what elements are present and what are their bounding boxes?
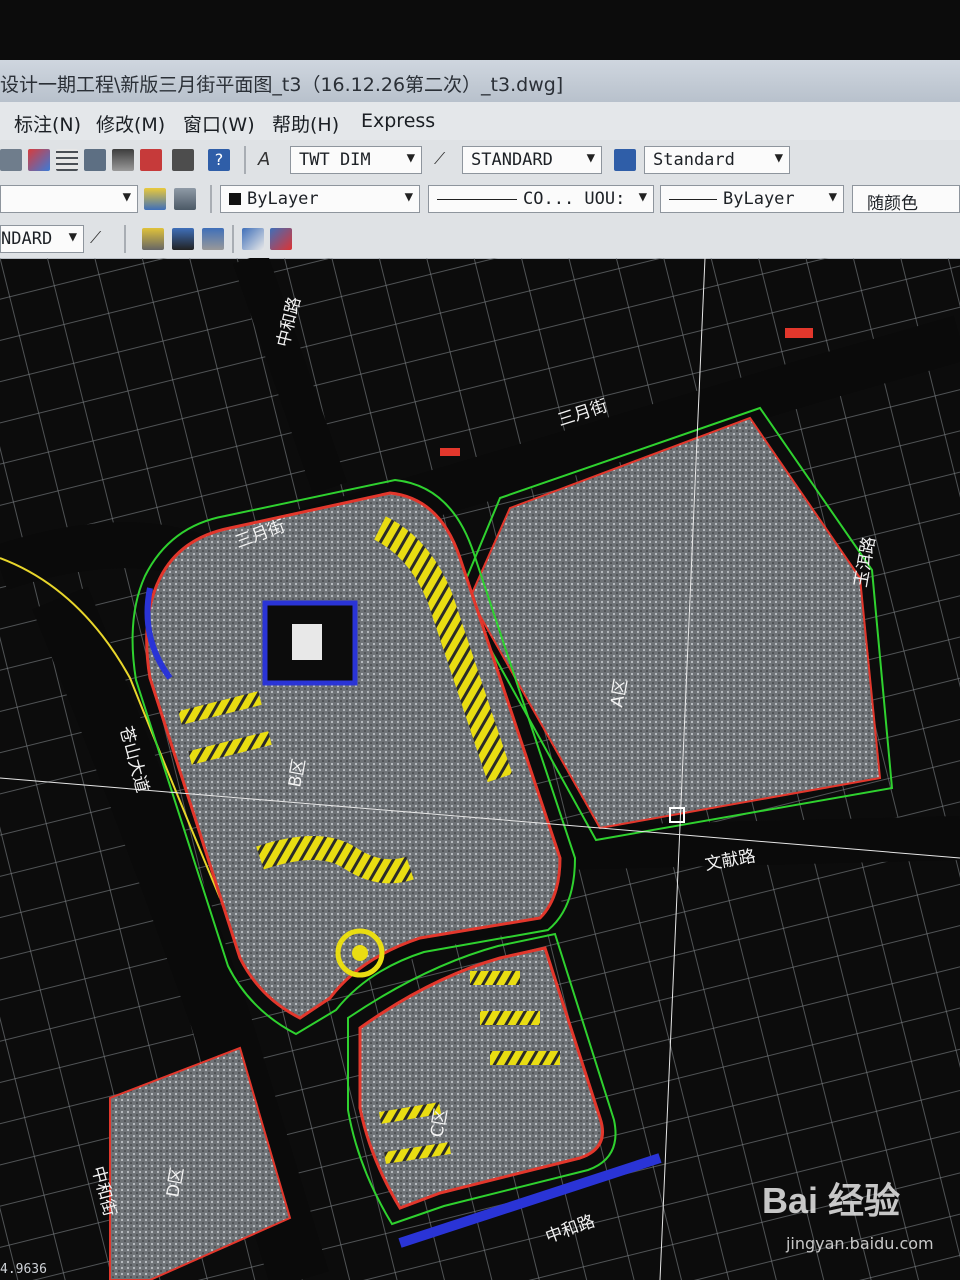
standard-toolbar: ? A TWT DIM ▼ ⟋ STANDARD ▼ Standard ▼	[0, 140, 960, 181]
separator	[124, 225, 126, 253]
chevron-down-icon: ▼	[774, 150, 783, 166]
separator	[210, 185, 212, 213]
text-style-value: TWT DIM	[299, 150, 371, 170]
multileader-toolbar: NDARD ▼ ⟋	[0, 218, 960, 259]
menu-modify[interactable]: 修改(M)	[96, 110, 165, 137]
design-center-icon[interactable]	[112, 149, 134, 171]
properties-icon[interactable]	[84, 149, 106, 171]
lineweight-select[interactable]: ByLayer ▼	[660, 185, 844, 213]
linetype-select[interactable]: CO... UOU: ▼	[428, 185, 654, 213]
align-icon[interactable]	[242, 228, 264, 250]
menu-dimension[interactable]: 标注(N)	[14, 110, 81, 137]
layer-states-icon[interactable]	[174, 188, 196, 210]
cad-drawing[interactable]: 中和路 三月街 三月街 玉洱路 苍山大道 文献路 中和路 中和街 A区 B区 C…	[0, 258, 960, 1280]
lineweight-value: ByLayer	[723, 189, 795, 209]
table-style-icon[interactable]	[614, 149, 636, 171]
mleader-style-value: NDARD	[1, 229, 53, 249]
table-style-select[interactable]: Standard ▼	[644, 146, 790, 174]
table-style-value: Standard	[653, 150, 735, 170]
coordinate-readout: 4.9636	[0, 1262, 47, 1277]
menu-window[interactable]: 窗口(W)	[183, 110, 255, 137]
dim-style-value: STANDARD	[471, 150, 553, 170]
separator	[244, 146, 246, 174]
color-select[interactable]: ByLayer ▼	[220, 185, 420, 213]
watermark-brand: Bai 经验	[761, 1180, 900, 1221]
watermark: Bai 经验 jingyan.baidu.com	[761, 1172, 934, 1253]
chevron-down-icon: ▼	[586, 150, 595, 166]
palette-icon[interactable]	[28, 149, 50, 171]
marker-2	[440, 448, 460, 456]
central-building-core	[292, 624, 322, 660]
dim-baseline-icon[interactable]	[202, 228, 224, 250]
chevron-down-icon: ▼	[404, 189, 413, 205]
linetype-value: CO... UOU:	[523, 189, 626, 209]
text-style-select[interactable]: TWT DIM ▼	[290, 146, 422, 174]
marker-1	[785, 328, 813, 338]
chevron-down-icon: ▼	[638, 189, 647, 205]
calculator-icon[interactable]	[172, 149, 194, 171]
mleader-icon[interactable]: ⟋	[90, 228, 112, 250]
watermark-url: jingyan.baidu.com	[785, 1234, 934, 1253]
table-icon[interactable]	[56, 149, 78, 171]
chevron-down-icon: ▼	[406, 150, 415, 166]
dim-linear-icon[interactable]	[142, 228, 164, 250]
line-preview-icon	[437, 199, 517, 200]
tool-icon-1[interactable]	[0, 149, 22, 171]
help-icon[interactable]: ?	[208, 149, 230, 171]
markup-icon[interactable]	[140, 149, 162, 171]
color-swatch-icon	[229, 193, 241, 205]
layer-icon[interactable]	[144, 188, 166, 210]
line-preview-icon	[669, 199, 717, 200]
title-bar: 设计一期工程\新版三月街平面图_t3（16.12.26第二次）_t3.dwg]	[0, 60, 960, 103]
drawing-canvas[interactable]: 中和路 三月街 三月街 玉洱路 苍山大道 文献路 中和路 中和街 A区 B区 C…	[0, 258, 960, 1280]
properties-toolbar: ▼ ByLayer ▼ CO... UOU: ▼ ByLayer ▼ 随颜色	[0, 180, 960, 219]
menu-help[interactable]: 帮助(H)	[272, 110, 339, 137]
dim-style-icon[interactable]: ⟋	[434, 149, 456, 171]
plot-style-select[interactable]: 随颜色	[852, 185, 960, 213]
text-style-icon[interactable]: A	[258, 149, 280, 171]
menu-express[interactable]: Express	[361, 110, 435, 132]
color-value: ByLayer	[247, 189, 319, 209]
layer-select[interactable]: ▼	[0, 185, 138, 213]
separator	[232, 225, 234, 253]
dim-style-select[interactable]: STANDARD ▼	[462, 146, 602, 174]
plot-style-value: 随颜色	[867, 194, 918, 213]
mleader-style-select[interactable]: NDARD ▼	[0, 225, 84, 253]
chevron-down-icon: ▼	[828, 189, 837, 205]
collect-icon[interactable]	[270, 228, 292, 250]
dim-aligned-icon[interactable]	[172, 228, 194, 250]
plaza-fountain-center	[352, 945, 368, 961]
chevron-down-icon: ▼	[122, 189, 131, 205]
window-title: 设计一期工程\新版三月街平面图_t3（16.12.26第二次）_t3.dwg]	[0, 74, 564, 96]
menu-bar: 标注(N) 修改(M) 窗口(W) 帮助(H) Express	[0, 102, 960, 141]
chevron-down-icon: ▼	[68, 229, 77, 245]
road-wenxian	[559, 816, 960, 870]
